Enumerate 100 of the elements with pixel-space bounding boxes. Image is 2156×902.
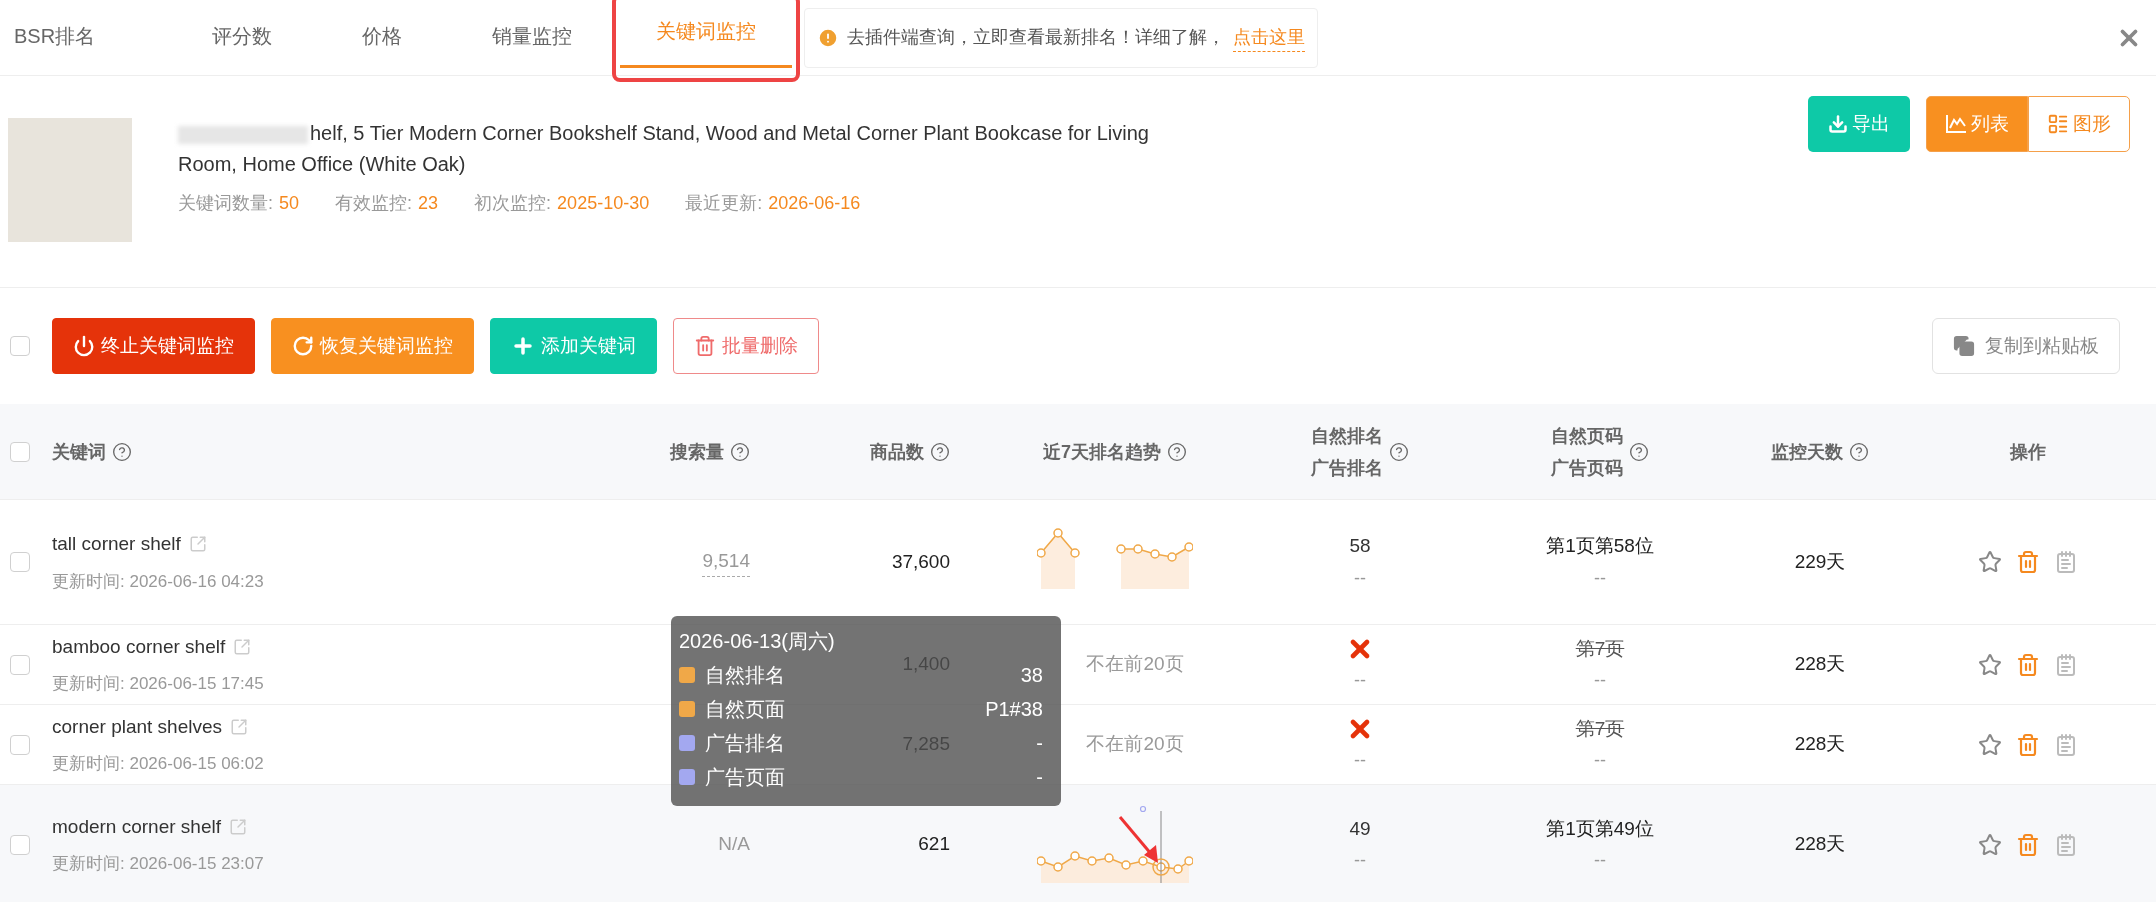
column-header: 监控天数: [1771, 440, 1843, 464]
help-icon[interactable]: [1629, 441, 1649, 462]
column-header: 自然页码 广告页码: [1551, 424, 1623, 480]
tab[interactable]: 关键词监控: [620, 0, 792, 68]
ad-page: --: [1594, 566, 1606, 590]
help-icon[interactable]: [730, 441, 750, 462]
data-point: [1104, 852, 1114, 863]
stat-label: 有效监控:: [335, 192, 413, 215]
monitor-days: 228天: [1794, 830, 1846, 859]
toolbar-button[interactable]: 恢复关键词监控: [271, 318, 474, 374]
notice-link[interactable]: 点击这里: [1233, 23, 1305, 52]
data-point: [1070, 850, 1080, 861]
keyword-text: modern corner shelf: [52, 814, 221, 839]
checkbox[interactable]: [10, 336, 30, 356]
help-icon[interactable]: [1849, 441, 1869, 462]
line-chart-icon: [1945, 114, 1967, 134]
stat-value: 23: [418, 192, 439, 215]
view-toggle[interactable]: 列表: [1926, 96, 2028, 152]
stat-value: 50: [279, 192, 300, 215]
trash-icon: [694, 335, 716, 357]
share-icon[interactable]: [188, 535, 207, 554]
tooltip-label: 自然排名: [705, 663, 785, 688]
update-time: 更新时间: 2026-06-15 06:02: [52, 753, 265, 775]
tab[interactable]: 价格: [362, 2, 402, 73]
help-icon[interactable]: [112, 441, 132, 462]
column-header: 商品数: [870, 440, 924, 464]
list-layout-icon: [2047, 113, 2069, 135]
star-button[interactable]: [1978, 652, 2002, 677]
data-point: [1037, 548, 1046, 558]
checkbox[interactable]: [10, 834, 30, 855]
notice-text: 去插件端查询，立即查看最新排名！详细了解，: [847, 26, 1225, 49]
download-icon: [1828, 114, 1848, 134]
checkbox[interactable]: [10, 552, 30, 572]
data-point: [1053, 861, 1063, 872]
copy-icon: [1953, 335, 1975, 357]
delete-button[interactable]: [2016, 832, 2040, 857]
column-header: 关键词: [52, 440, 106, 464]
tooltip-value: -: [1036, 731, 1043, 756]
monitor-days: 229天: [1794, 547, 1846, 577]
delete-button[interactable]: [2016, 550, 2040, 574]
help-icon[interactable]: [930, 441, 950, 462]
tooltip-label: 自然页面: [705, 697, 785, 722]
plus-icon: [511, 334, 535, 358]
data-point: [1184, 542, 1193, 552]
view-toggle[interactable]: 图形: [2028, 96, 2130, 152]
update-time: 更新时间: 2026-06-15 17:45: [52, 673, 265, 695]
column-header: 搜索量: [670, 440, 724, 464]
delete-button[interactable]: [2016, 652, 2040, 677]
note-button[interactable]: [2054, 732, 2078, 757]
stat-label: 关键词数量:: [178, 192, 273, 215]
tooltip-value: 38: [1020, 663, 1043, 688]
checkbox[interactable]: [10, 734, 30, 755]
ad-page: --: [1594, 749, 1606, 773]
keyword-text: bamboo corner shelf: [52, 634, 226, 659]
delete-button[interactable]: [2016, 732, 2040, 757]
tab[interactable]: 评分数: [212, 2, 272, 73]
alert-icon: [817, 26, 839, 49]
column-header: 近7天排名趋势: [1043, 440, 1161, 464]
column-header: 操作: [2010, 440, 2046, 464]
ad-page: --: [1594, 849, 1606, 873]
checkbox[interactable]: [10, 441, 30, 462]
toolbar-button[interactable]: 批量删除: [673, 318, 819, 374]
export-button[interactable]: 导出: [1808, 96, 1910, 152]
update-time: 更新时间: 2026-06-15 23:07: [52, 853, 265, 875]
help-icon[interactable]: [1167, 441, 1187, 462]
share-icon[interactable]: [230, 717, 249, 736]
organic-rank: 49: [1349, 816, 1371, 841]
share-icon[interactable]: [233, 637, 252, 656]
stat-value: 2026-06-16: [768, 192, 861, 215]
search-volume[interactable]: 9,514: [702, 547, 750, 577]
product-count: 621: [918, 832, 950, 857]
checkbox[interactable]: [10, 654, 30, 675]
tooltip-label: 广告排名: [705, 731, 785, 756]
help-icon[interactable]: [1389, 441, 1409, 462]
toolbar-button[interactable]: 终止关键词监控: [52, 318, 255, 374]
note-button[interactable]: [2054, 832, 2078, 857]
ad-data-point: [1139, 805, 1147, 812]
toolbar-button[interactable]: 添加关键词: [490, 318, 657, 374]
organic-page: 第1页第58位: [1546, 534, 1654, 559]
note-button[interactable]: [2054, 652, 2078, 677]
data-point: [1138, 855, 1148, 866]
share-icon[interactable]: [228, 817, 247, 836]
trend-text: 不在前20页: [1086, 732, 1184, 757]
tab[interactable]: 销量监控: [492, 2, 572, 73]
star-button[interactable]: [1978, 550, 2002, 574]
trend-text: 不在前20页: [1086, 652, 1184, 677]
update-time: 更新时间: 2026-06-16 04:23: [52, 570, 265, 593]
data-point: [1087, 855, 1097, 866]
stat-label: 初次监控:: [474, 192, 552, 215]
data-point: [1133, 544, 1143, 554]
trend-area: [1121, 547, 1189, 589]
tab[interactable]: BSR排名: [14, 2, 96, 73]
star-button[interactable]: [1978, 832, 2002, 857]
organic-page: 第1页第49位: [1546, 816, 1654, 841]
note-button[interactable]: [2054, 550, 2078, 574]
star-button[interactable]: [1978, 732, 2002, 757]
organic-rank: 58: [1349, 534, 1371, 559]
copy-button[interactable]: 复制到粘贴板: [1932, 318, 2120, 374]
product-title: helf, 5 Tier Modern Corner Bookshelf Stand, Wood and Metal Corner Plant Bookcase for Living Room, Home Office (White Oak): [178, 121, 1150, 177]
data-point: [1053, 528, 1063, 538]
